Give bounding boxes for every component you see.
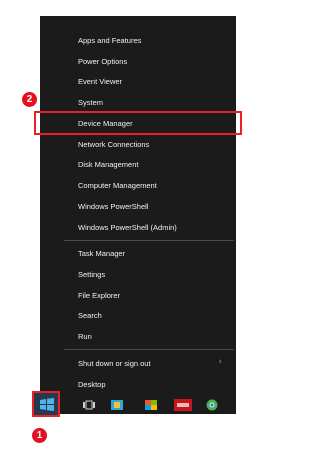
menu-item-task-manager[interactable]: Task Manager xyxy=(78,245,125,263)
menu-item-network-connections[interactable]: Network Connections xyxy=(78,136,149,154)
menu-item-desktop[interactable]: Desktop xyxy=(78,376,106,394)
start-button[interactable] xyxy=(32,391,60,417)
task-view-icon[interactable] xyxy=(82,399,96,411)
chevron-right-icon: › xyxy=(218,357,222,367)
photos-icon[interactable] xyxy=(144,399,158,411)
menu-item-run[interactable]: Run xyxy=(78,328,92,346)
highlight-device-manager xyxy=(34,111,242,135)
menu-item-disk-management[interactable]: Disk Management xyxy=(78,156,138,174)
menu-item-windows-powershell-admin[interactable]: Windows PowerShell (Admin) xyxy=(78,219,177,237)
menu-item-apps-and-features[interactable]: Apps and Features xyxy=(78,32,141,50)
callout-step-2: 2 xyxy=(22,92,37,107)
menu-item-power-options[interactable]: Power Options xyxy=(78,53,127,71)
menu-divider xyxy=(64,240,234,241)
store-icon[interactable] xyxy=(110,399,124,411)
menu-item-search[interactable]: Search xyxy=(78,307,102,325)
menu-item-computer-management[interactable]: Computer Management xyxy=(78,177,157,195)
callout-step-1: 1 xyxy=(32,428,47,443)
menu-item-shut-down-or-sign-out[interactable]: Shut down or sign out xyxy=(78,355,228,373)
windows-start-icon xyxy=(40,398,54,411)
menu-item-windows-powershell[interactable]: Windows PowerShell xyxy=(78,198,148,216)
menu-item-file-explorer[interactable]: File Explorer xyxy=(78,287,120,305)
taskbar xyxy=(40,396,236,414)
winx-context-menu: Apps and Features Power Options Event Vi… xyxy=(40,16,236,396)
menu-divider xyxy=(64,349,234,350)
chrome-icon[interactable] xyxy=(205,399,219,411)
menu-item-system[interactable]: System xyxy=(78,94,103,112)
flash-app-icon[interactable] xyxy=(174,399,192,411)
menu-item-settings[interactable]: Settings xyxy=(78,266,105,284)
menu-item-event-viewer[interactable]: Event Viewer xyxy=(78,73,122,91)
